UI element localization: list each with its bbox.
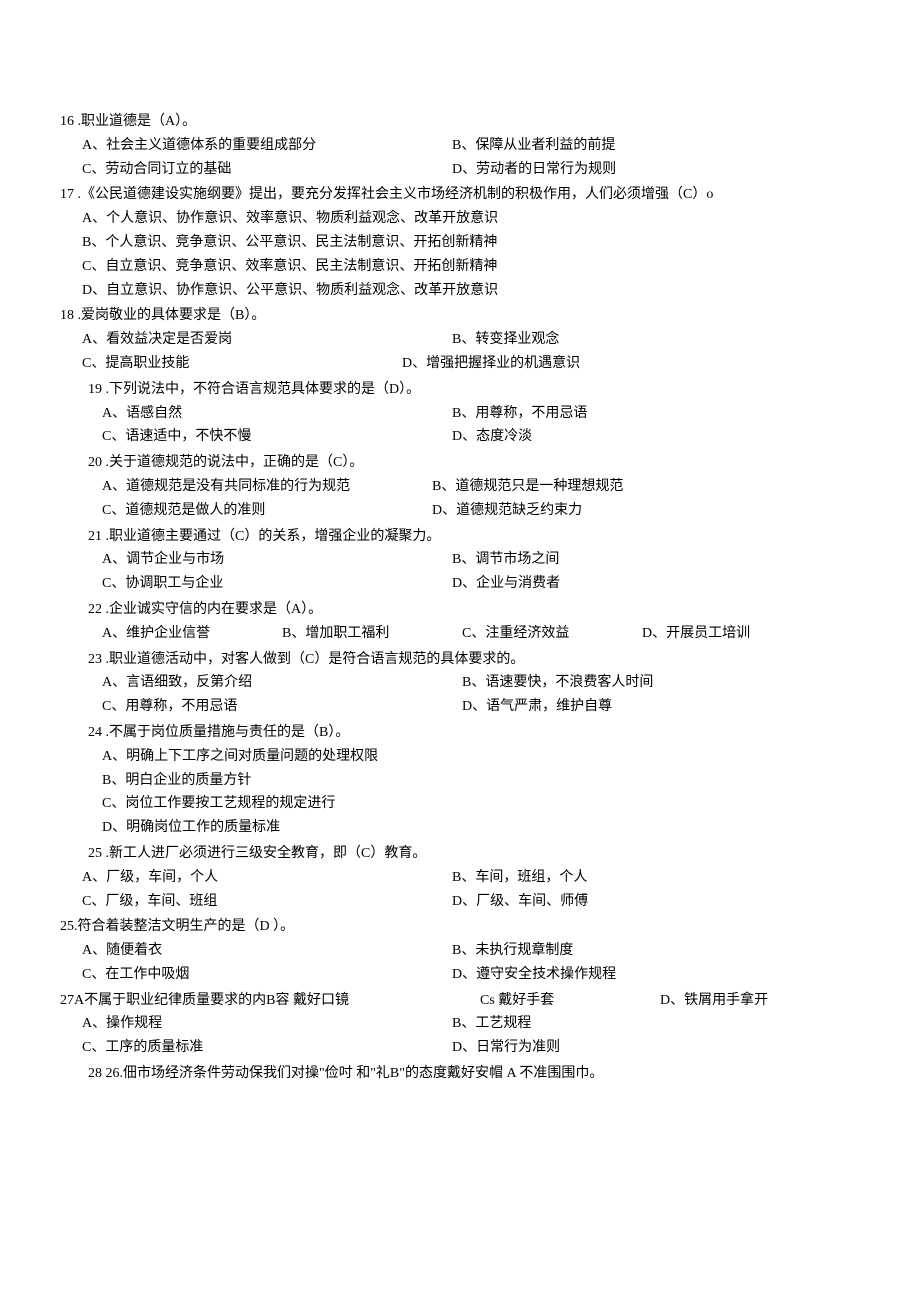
q27-option-b: B、工艺规程: [452, 1012, 832, 1036]
q27-extra-d: D、铁屑用手拿开: [660, 989, 840, 1013]
q20-option-c: C、道德规范是做人的准则: [102, 499, 432, 523]
q17-option-c: C、自立意识、竞争意识、效率意识、民主法制意识、开拓创新精神: [82, 255, 822, 279]
q16-stem: 16 .职业道德是（A）。: [60, 110, 860, 134]
question-22: 22 .企业诚实守信的内在要求是（A）。 A、维护企业信誉 B、增加职工福利 C…: [60, 598, 860, 646]
q25b-option-b: B、未执行规章制度: [452, 939, 832, 963]
q19-option-a: A、语感自然: [102, 402, 452, 426]
q19-option-c: C、语速适中，不快不慢: [102, 425, 452, 449]
q20-option-b: B、道德规范只是一种理想规范: [432, 475, 812, 499]
q25a-option-a: A、厂级，车间，个人: [82, 866, 452, 890]
q20-stem: 20 .关于道德规范的说法中，正确的是（C）。: [60, 451, 860, 475]
q25a-option-d: D、厂级、车间、师傅: [452, 890, 832, 914]
q25b-stem: 25.符合着装整洁文明生产的是（D ）。: [60, 915, 860, 939]
q24-option-c: C、岗位工作要按工艺规程的规定进行: [102, 792, 842, 816]
q16-option-b: B、保障从业者利益的前提: [452, 134, 832, 158]
question-17: 17 .《公民道德建设实施纲要》提出，要充分发挥社会主义市场经济机制的积极作用，…: [60, 183, 860, 302]
question-20: 20 .关于道德规范的说法中，正确的是（C）。 A、道德规范是没有共同标准的行为…: [60, 451, 860, 522]
q17-option-a: A、个人意识、协作意识、效率意识、物质利益观念、改革开放意识: [82, 207, 822, 231]
q25a-stem: 25 .新工人进厂必须进行三级安全教育，即（C）教育。: [60, 842, 860, 866]
q23-option-b: B、语速要快，不浪费客人时间: [462, 671, 842, 695]
q16-option-a: A、社会主义道德体系的重要组成部分: [82, 134, 452, 158]
q20-option-d: D、道德规范缺乏约束力: [432, 499, 812, 523]
question-28: 28 26.佃市场经济条件劳动保我们对操"俭吋 和"礼B"的态度戴好安帽 A 不…: [60, 1062, 860, 1086]
question-23: 23 .职业道德活动中，对客人做到（C）是符合语言规范的具体要求的。 A、言语细…: [60, 648, 860, 719]
q27-option-c: C、工序的质量标准: [82, 1036, 452, 1060]
q18-option-d: D、增强把握择业的机遇意识: [402, 352, 782, 376]
question-18: 18 .爱岗敬业的具体要求是（B）。 A、看效益决定是否爱岗 B、转变择业观念 …: [60, 304, 860, 375]
q25a-option-c: C、厂级，车间、班组: [82, 890, 452, 914]
q25b-option-d: D、遵守安全技术操作规程: [452, 963, 832, 987]
q25b-option-a: A、随便着衣: [82, 939, 452, 963]
q24-stem: 24 .不属于岗位质量措施与责任的是（B）。: [60, 721, 860, 745]
q25b-option-c: C、在工作中吸烟: [82, 963, 452, 987]
q24-option-a: A、明确上下工序之间对质量问题的处理权限: [102, 745, 842, 769]
q27-extra-c: Cs 戴好手套: [480, 989, 660, 1013]
q19-option-b: B、用尊称，不用忌语: [452, 402, 832, 426]
q21-stem: 21 .职业道德主要通过（C）的关系，增强企业的凝聚力。: [60, 525, 860, 549]
q19-option-d: D、态度冷淡: [452, 425, 832, 449]
q21-option-a: A、调节企业与市场: [102, 548, 452, 572]
q22-option-a: A、维护企业信誉: [102, 622, 282, 646]
q23-option-d: D、语气严肃，维护自尊: [462, 695, 842, 719]
q23-option-a: A、言语细致，反第介绍: [102, 671, 462, 695]
q17-stem: 17 .《公民道德建设实施纲要》提出，要充分发挥社会主义市场经济机制的积极作用，…: [60, 183, 860, 207]
q18-option-c: C、提高职业技能: [82, 352, 402, 376]
q16-option-d: D、劳动者的日常行为规则: [452, 158, 832, 182]
q22-option-c: C、注重经济效益: [462, 622, 642, 646]
q18-option-a: A、看效益决定是否爱岗: [82, 328, 452, 352]
question-25b: 25.符合着装整洁文明生产的是（D ）。 A、随便着衣 B、未执行规章制度 C、…: [60, 915, 860, 986]
q27-stem: 27A不属于职业纪律质量要求的内B容 戴好口镜: [60, 989, 480, 1013]
question-25a: 25 .新工人进厂必须进行三级安全教育，即（C）教育。 A、厂级，车间，个人 B…: [60, 842, 860, 913]
question-24: 24 .不属于岗位质量措施与责任的是（B）。 A、明确上下工序之间对质量问题的处…: [60, 721, 860, 840]
q19-stem: 19 .下列说法中，不符合语言规范具体要求的是（D）。: [60, 378, 860, 402]
q22-stem: 22 .企业诚实守信的内在要求是（A）。: [60, 598, 860, 622]
q28-stem: 28 26.佃市场经济条件劳动保我们对操"俭吋 和"礼B"的态度戴好安帽 A 不…: [60, 1062, 860, 1086]
q25a-option-b: B、车间，班组，个人: [452, 866, 832, 890]
q23-stem: 23 .职业道德活动中，对客人做到（C）是符合语言规范的具体要求的。: [60, 648, 860, 672]
q17-option-b: B、个人意识、竞争意识、公平意识、民主法制意识、开拓创新精神: [82, 231, 822, 255]
q17-option-d: D、自立意识、协作意识、公平意识、物质利益观念、改革开放意识: [82, 279, 822, 303]
q24-option-d: D、明确岗位工作的质量标准: [102, 816, 842, 840]
q27-option-d: D、日常行为准则: [452, 1036, 832, 1060]
q21-option-d: D、企业与消费者: [452, 572, 832, 596]
q18-option-b: B、转变择业观念: [452, 328, 832, 352]
q27-option-a: A、操作规程: [82, 1012, 452, 1036]
question-19: 19 .下列说法中，不符合语言规范具体要求的是（D）。 A、语感自然 B、用尊称…: [60, 378, 860, 449]
q20-option-a: A、道德规范是没有共同标准的行为规范: [102, 475, 432, 499]
q22-option-d: D、开展员工培训: [642, 622, 822, 646]
question-16: 16 .职业道德是（A）。 A、社会主义道德体系的重要组成部分 B、保障从业者利…: [60, 110, 860, 181]
q21-option-c: C、协调职工与企业: [102, 572, 452, 596]
q16-option-c: C、劳动合同订立的基础: [82, 158, 452, 182]
q18-stem: 18 .爱岗敬业的具体要求是（B）。: [60, 304, 860, 328]
q24-option-b: B、明白企业的质量方针: [102, 769, 842, 793]
question-21: 21 .职业道德主要通过（C）的关系，增强企业的凝聚力。 A、调节企业与市场 B…: [60, 525, 860, 596]
q22-option-b: B、增加职工福利: [282, 622, 462, 646]
question-27: 27A不属于职业纪律质量要求的内B容 戴好口镜 Cs 戴好手套 D、铁屑用手拿开…: [60, 989, 860, 1060]
q23-option-c: C、用尊称，不用忌语: [102, 695, 462, 719]
q21-option-b: B、调节市场之间: [452, 548, 832, 572]
